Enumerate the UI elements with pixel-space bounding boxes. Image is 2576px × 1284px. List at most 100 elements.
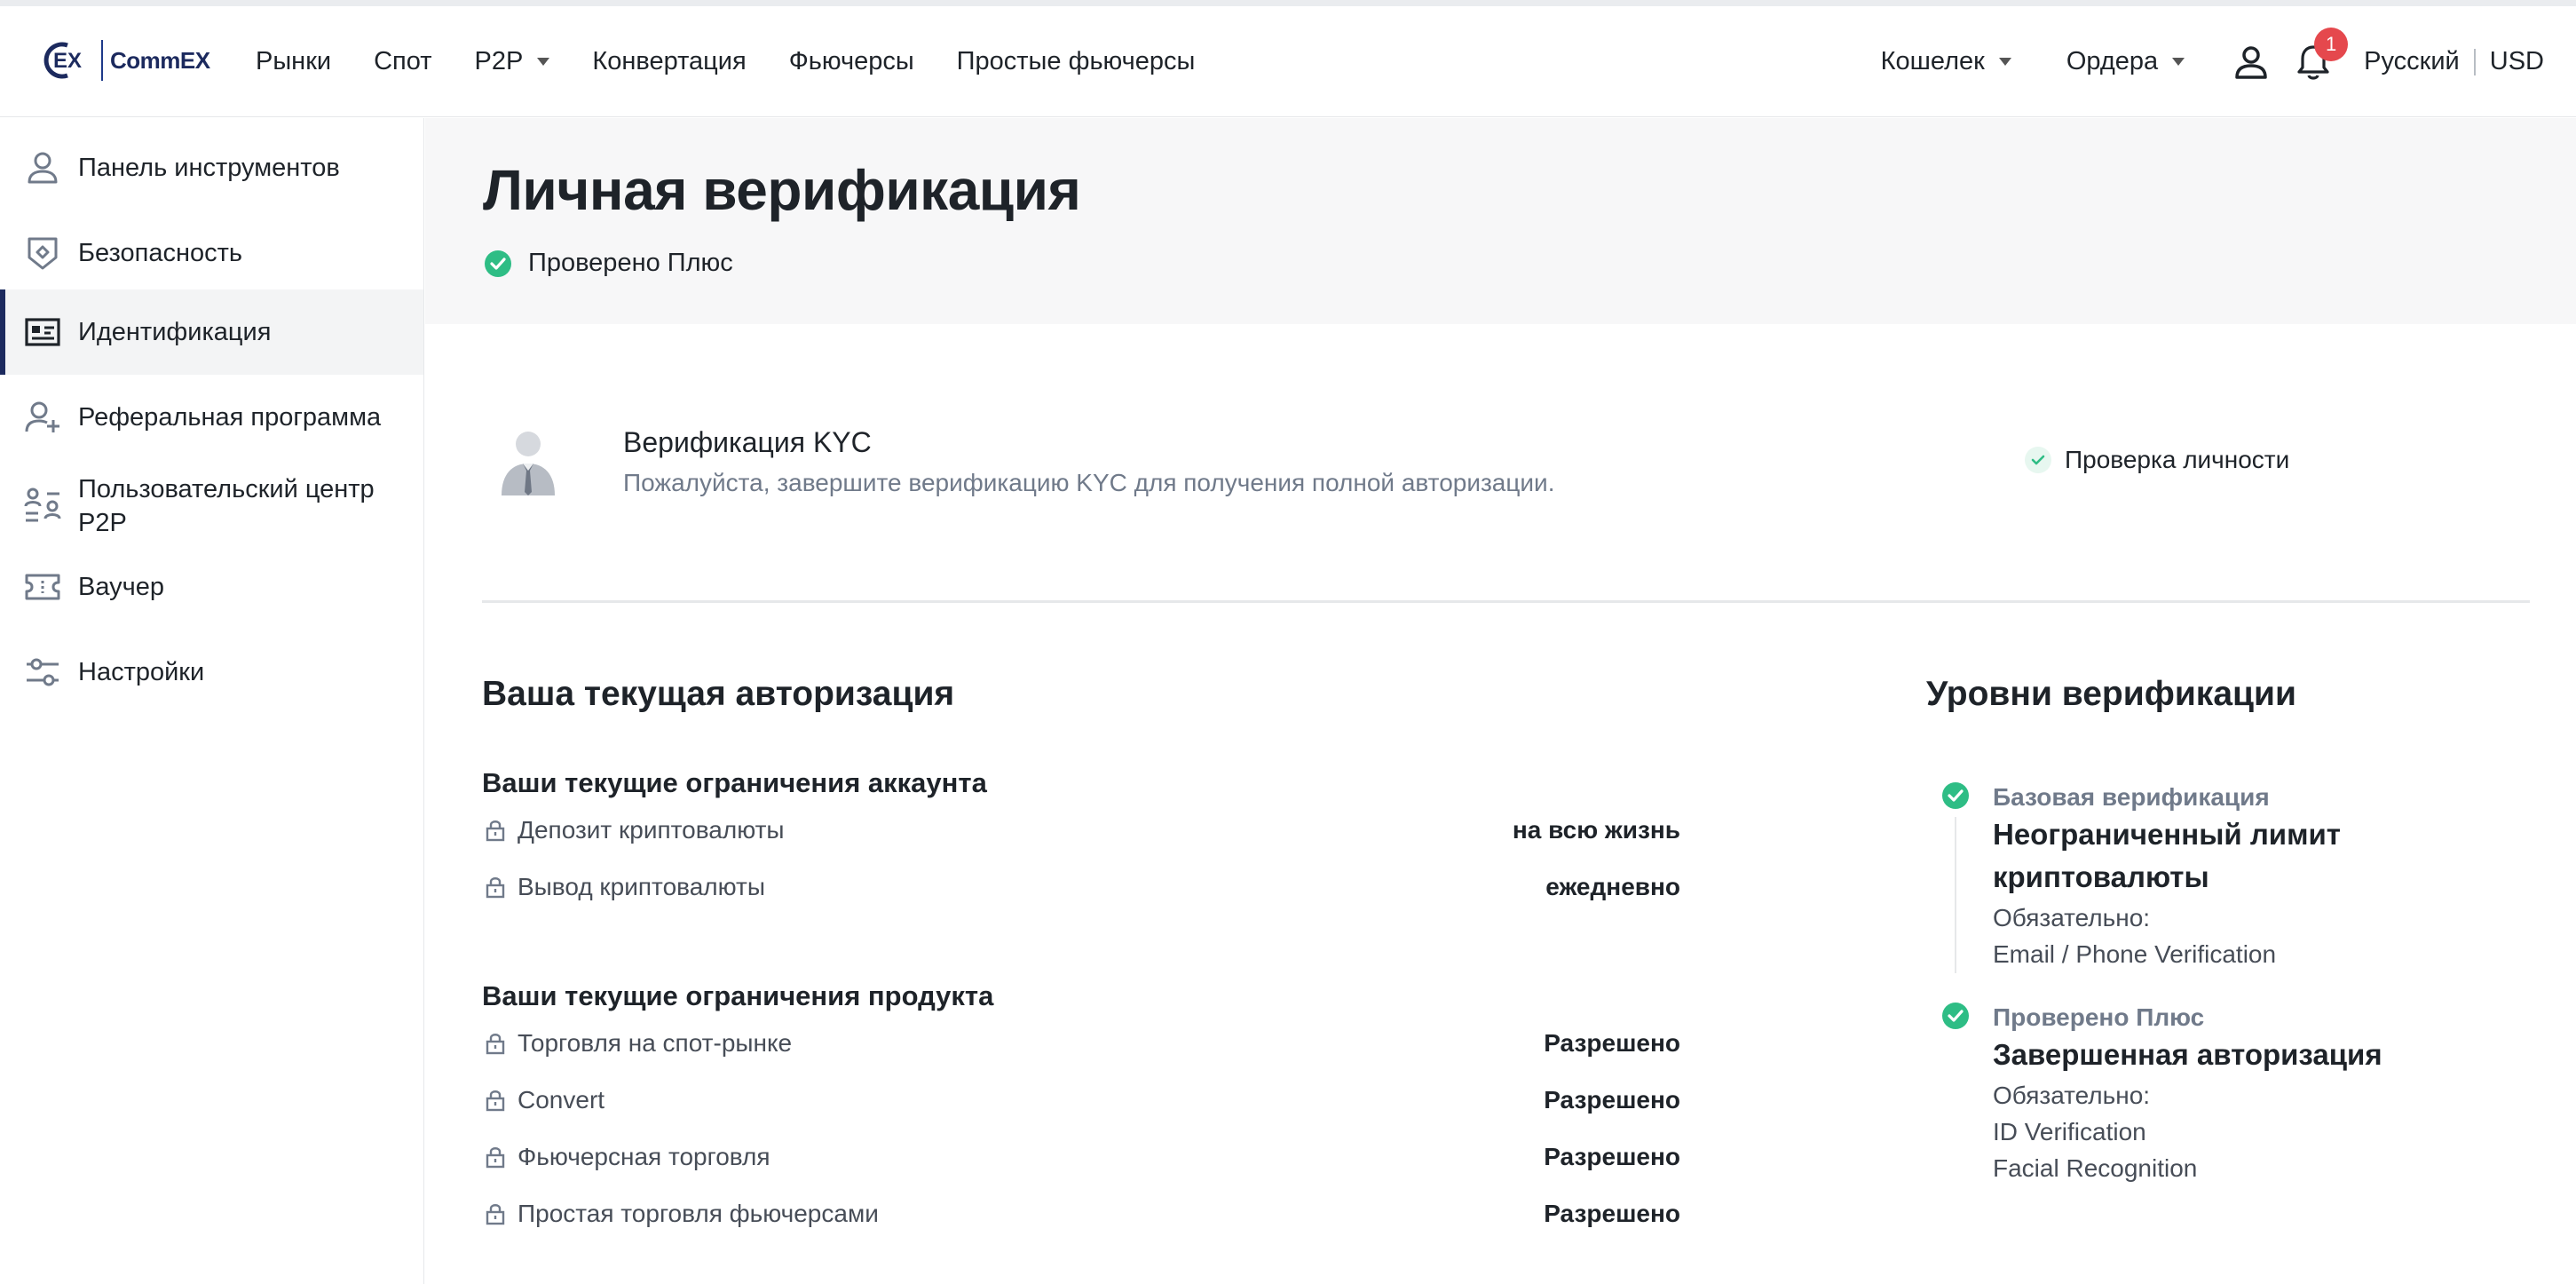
sidebar-item-referral[interactable]: Реферальная программа xyxy=(0,385,423,449)
commex-logo-mark-icon: EX xyxy=(43,42,82,79)
language-selector[interactable]: Русский xyxy=(2364,47,2460,76)
limit-label: Convert xyxy=(518,1086,605,1114)
nav-wallet-label: Кошелек xyxy=(1880,47,1985,75)
nav-spot[interactable]: Спот xyxy=(374,47,431,76)
level-name: Базовая верификация xyxy=(1993,783,2270,811)
lock-icon xyxy=(486,1202,505,1225)
user-icon xyxy=(23,148,62,187)
account-button[interactable] xyxy=(2229,40,2273,84)
main-nav: Рынки Спот P2P Конвертация Фьючерсы Прос… xyxy=(256,6,1237,117)
logo[interactable]: EX CommEX xyxy=(41,40,210,81)
kyc-title: Верификация KYC xyxy=(623,426,872,458)
limit-row: Простая торговля фьючерсами Разрешено xyxy=(482,1196,1680,1232)
product-limits-title: Ваши текущие ограничения продукта xyxy=(482,980,994,1011)
lock-icon xyxy=(486,819,505,842)
limit-value: Разрешено xyxy=(1544,1086,1680,1114)
sidebar-item-label: Панель инструментов xyxy=(78,154,340,182)
nav-markets[interactable]: Рынки xyxy=(256,47,331,76)
authorization-title: Ваша текущая авторизация xyxy=(482,675,955,713)
user-icon xyxy=(2235,45,2267,79)
nav-p2p[interactable]: P2P xyxy=(475,47,550,76)
sidebar-item-label: Настройки xyxy=(78,658,205,686)
logo-text: CommEX xyxy=(110,46,210,74)
lock-icon xyxy=(486,1145,505,1169)
divider xyxy=(482,600,2530,603)
lock-icon xyxy=(486,1032,505,1055)
limit-label: Фьючерсная торговля xyxy=(518,1143,770,1170)
sidebar: Панель инструментов Безопасность Идентиф… xyxy=(0,118,424,1284)
sidebar-item-security[interactable]: Безопасность xyxy=(0,221,423,285)
limit-row: Торговля на спот-рынке Разрешено xyxy=(482,1026,1680,1061)
page-title: Личная верификация xyxy=(483,158,1081,222)
sidebar-item-label: Безопасность xyxy=(78,239,242,267)
check-circle-icon xyxy=(1942,782,1969,809)
limit-row: Convert Разрешено xyxy=(482,1082,1680,1118)
limit-value: на всю жизнь xyxy=(1512,816,1680,844)
sidebar-item-settings[interactable]: Настройки xyxy=(0,640,423,704)
nav-orders[interactable]: Ордера xyxy=(2066,47,2185,76)
caret-down-icon xyxy=(1998,58,2011,66)
divider xyxy=(2473,48,2476,75)
limit-row: Вывод криптовалюты ежедневно xyxy=(482,869,1680,905)
nav-orders-label: Ордера xyxy=(2066,47,2159,75)
level-requirement: ID Verification xyxy=(1993,1118,2146,1145)
notification-count-badge: 1 xyxy=(2314,27,2349,61)
kyc-section: Верификация KYC Пожалуйста, завершите ве… xyxy=(482,417,2530,524)
nav-convert[interactable]: Конвертация xyxy=(592,47,746,76)
svg-text:EX: EX xyxy=(53,49,82,73)
settings-sliders-icon xyxy=(23,653,62,692)
limit-value: ежедневно xyxy=(1545,873,1680,900)
sidebar-item-dashboard[interactable]: Панель инструментов xyxy=(0,136,423,200)
logo-divider xyxy=(101,40,103,81)
lock-icon xyxy=(486,1089,505,1112)
top-header: EX CommEX Рынки Спот P2P Конвертация Фью… xyxy=(0,6,2576,117)
caret-down-icon xyxy=(2172,58,2185,66)
level-headline: Неограниченный лимит xyxy=(1993,818,2341,851)
limit-value: Разрешено xyxy=(1544,1143,1680,1170)
sidebar-item-identification[interactable]: Идентификация xyxy=(0,289,423,375)
account-limits-title: Ваши текущие ограничения аккаунта xyxy=(482,767,987,798)
sidebar-item-label: Идентификация xyxy=(78,318,272,346)
check-circle-icon xyxy=(2025,447,2051,473)
level-required-label: Обязательно: xyxy=(1993,904,2151,931)
verification-status-text: Проверено Плюс xyxy=(528,249,733,277)
timeline-line xyxy=(1955,817,1956,973)
level-headline: Завершенная авторизация xyxy=(1993,1038,2382,1071)
level-requirement: Facial Recognition xyxy=(1993,1154,2198,1182)
sidebar-item-p2p-center[interactable]: Пользовательский центр P2P xyxy=(0,466,423,546)
p2p-users-icon xyxy=(23,487,62,526)
limit-label: Торговля на спот-рынке xyxy=(518,1029,793,1057)
currency-selector[interactable]: USD xyxy=(2490,47,2544,76)
limit-label: Вывод криптовалюты xyxy=(518,873,765,900)
avatar-placeholder-icon xyxy=(502,432,555,495)
identity-check-label: Проверка личности xyxy=(2065,446,2290,473)
nav-futures[interactable]: Фьючерсы xyxy=(789,47,914,76)
notifications-button[interactable]: 1 xyxy=(2291,27,2349,84)
page-header: Личная верификация Проверено Плюс xyxy=(425,118,2576,324)
voucher-icon xyxy=(23,567,62,606)
nav-simple-futures[interactable]: Простые фьючерсы xyxy=(957,47,1196,76)
check-circle-icon xyxy=(1942,1003,1969,1029)
nav-wallet[interactable]: Кошелек xyxy=(1881,47,2011,76)
id-card-icon xyxy=(23,313,62,352)
limit-label: Депозит криптовалюты xyxy=(518,816,785,844)
limit-row: Депозит криптовалюты на всю жизнь xyxy=(482,812,1680,848)
levels-title: Уровни верификации xyxy=(1926,675,2296,713)
lock-icon xyxy=(486,876,505,899)
verification-status: Проверено Плюс xyxy=(484,249,733,278)
sidebar-item-voucher[interactable]: Ваучер xyxy=(0,555,423,619)
sidebar-item-label: Пользовательский центр P2P xyxy=(78,475,375,537)
caret-down-icon xyxy=(537,58,550,66)
header-right: Кошелек Ордера 1 Русский USD xyxy=(1881,6,2544,117)
limit-row: Фьючерсная торговля Разрешено xyxy=(482,1139,1680,1175)
check-circle-icon xyxy=(485,250,511,277)
nav-p2p-label: P2P xyxy=(474,47,524,75)
level-headline: криптовалюты xyxy=(1993,860,2209,893)
shield-icon xyxy=(23,234,62,273)
user-plus-icon xyxy=(23,398,62,437)
limit-value: Разрешено xyxy=(1544,1200,1680,1227)
level-required-label: Обязательно: xyxy=(1993,1082,2151,1109)
limit-value: Разрешено xyxy=(1544,1029,1680,1057)
sidebar-item-label: Реферальная программа xyxy=(78,403,382,432)
limit-label: Простая торговля фьючерсами xyxy=(518,1200,879,1227)
